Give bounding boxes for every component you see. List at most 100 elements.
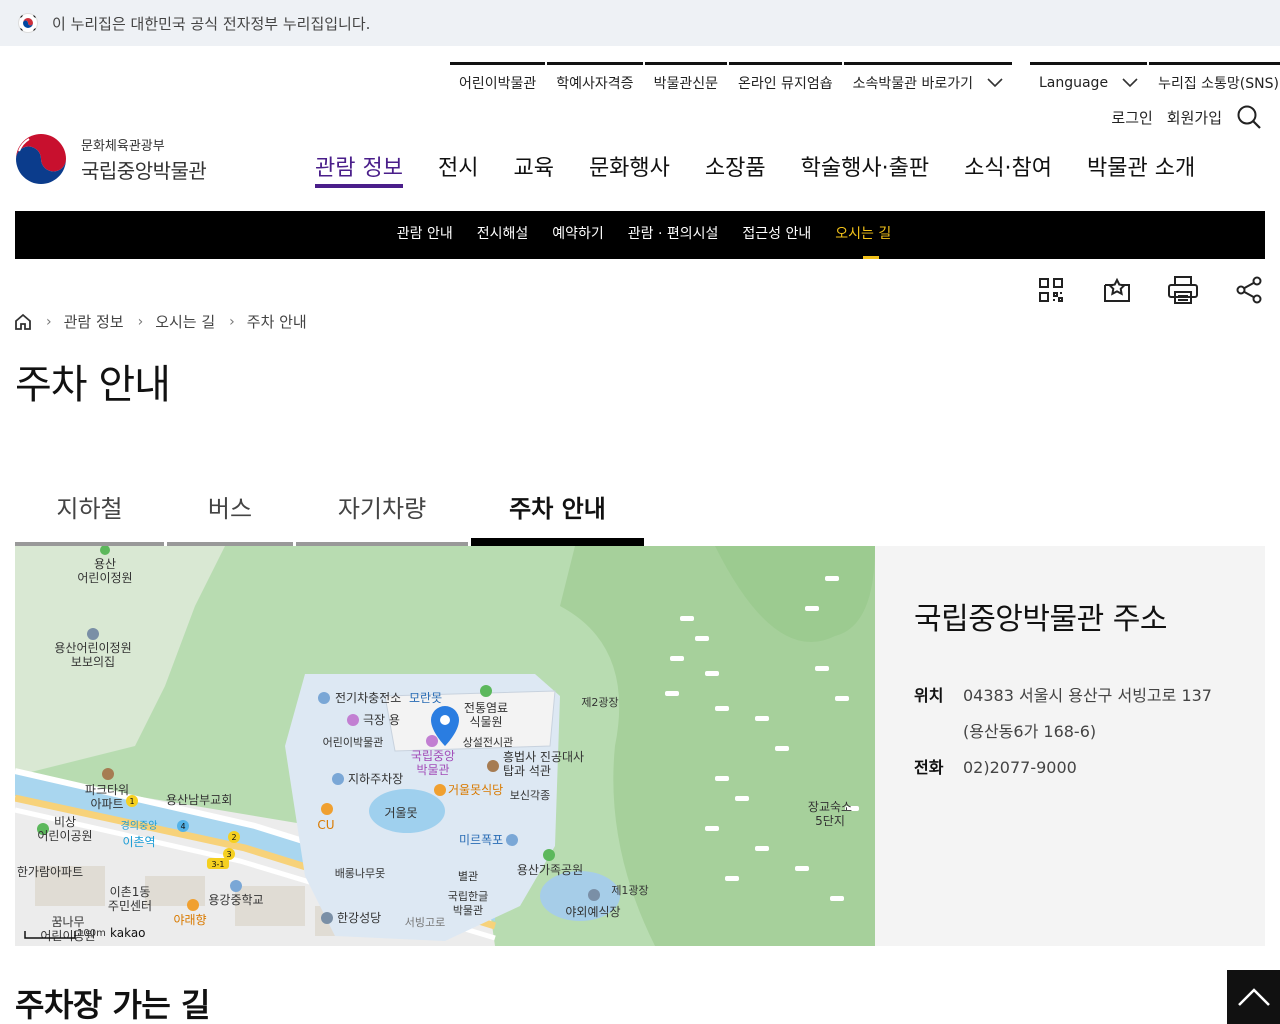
share-icon[interactable] xyxy=(1232,274,1266,306)
utility-link-newsletter[interactable]: 박물관신문 xyxy=(644,62,727,100)
map-label-mireupo: 미르폭포 xyxy=(459,833,503,847)
bookmark-star-icon[interactable] xyxy=(1100,274,1134,306)
svg-text:4: 4 xyxy=(180,822,185,831)
qr-code-icon[interactable] xyxy=(1034,274,1068,306)
page-tools xyxy=(1002,274,1266,306)
main-nav-about[interactable]: 박물관 소개 xyxy=(1087,150,1195,188)
map-label-underground-parking: 지하주차장 xyxy=(348,772,403,786)
sns-link[interactable]: 누리집 소통망(SNS) xyxy=(1149,62,1280,100)
gov-banner-text: 이 누리집은 대한민국 공식 전자정부 누리집입니다. xyxy=(52,14,371,33)
sns-label: 누리집 소통망(SNS) xyxy=(1158,75,1279,92)
sub-nav-reservation[interactable]: 예약하기 xyxy=(540,211,616,259)
map-label-yarae: 야래향 xyxy=(173,913,206,927)
museum-logo[interactable]: 문화체육관광부 국립중앙박물관 xyxy=(15,133,207,185)
utility-link-children-museum[interactable]: 어린이박물관 xyxy=(450,62,546,100)
signup-link[interactable]: 회원가입 xyxy=(1167,107,1222,128)
tab-parking[interactable]: 주차 안내 xyxy=(471,470,644,546)
auth-links: 로그인 회원가입 xyxy=(1111,104,1262,130)
utility-link-online-shop[interactable]: 온라인 뮤지엄숍 xyxy=(728,62,842,100)
main-nav-education[interactable]: 교육 xyxy=(513,150,553,188)
map-label-ichon1: 이촌1동 주민센터 xyxy=(108,885,152,913)
main-nav: 관람 정보 전시 교육 문화행사 소장품 학술행사·출판 소식·참여 박물관 소… xyxy=(315,150,1230,188)
taegeuk-logo-icon xyxy=(16,134,66,184)
utility-link-label: 소속박물관 바로가기 xyxy=(852,75,973,92)
main-nav-collection[interactable]: 소장품 xyxy=(705,150,766,188)
map-label-traditional-dye: 전통염료 식물원 xyxy=(464,701,508,729)
address-phone-value: 02)2077-9000 xyxy=(963,758,1077,777)
chevron-down-icon xyxy=(987,77,1003,87)
utility-nav: 어린이박물관 학예사자격증 박물관신문 온라인 뮤지엄숍 소속박물관 바로가기 … xyxy=(450,62,1280,100)
map-label-seobinggo-road: 서빙고로 xyxy=(405,916,445,929)
utility-link-label: 학예사자격증 xyxy=(556,75,634,92)
map-label-bosingak: 보신각종 xyxy=(510,789,550,802)
print-icon[interactable] xyxy=(1166,274,1200,306)
address-location-row: 위치 04383 서울시 용산구 서빙고로 137 xyxy=(914,678,1265,714)
sub-nav-exhibit-commentary[interactable]: 전시해설 xyxy=(465,211,541,259)
map-label-gyeongui: 경의중앙 xyxy=(121,819,158,832)
kakao-map[interactable]: 1 4 2 3 3-1 용산 어린이정원 용산어린이정원 보보의집 전기차충전소 모란못 극… xyxy=(15,546,875,946)
scroll-top-button[interactable] xyxy=(1227,970,1280,1024)
gov-banner: 이 누리집은 대한민국 공식 전자정부 누리집입니다. xyxy=(0,0,1280,46)
map-label-nmk: 국립중앙 박물관 xyxy=(411,749,455,777)
language-label: Language xyxy=(1038,74,1109,91)
map-label-annex: 별관 xyxy=(458,870,478,883)
main-nav-events[interactable]: 문화행사 xyxy=(589,150,670,188)
address-location-value: 04383 서울시 용산구 서빙고로 137 xyxy=(963,686,1212,705)
tab-bus[interactable]: 버스 xyxy=(167,470,293,546)
chevron-down-icon xyxy=(1122,77,1138,87)
utility-link-label: 온라인 뮤지엄숍 xyxy=(737,75,833,92)
login-link[interactable]: 로그인 xyxy=(1111,107,1152,128)
map-label-geoulmot: 거울못 xyxy=(384,806,417,820)
svg-text:2: 2 xyxy=(231,833,236,842)
sub-nav: 관람 안내 전시해설 예약하기 관람 · 편의시설 접근성 안내 오시는 길 xyxy=(15,211,1265,259)
address-phone-row: 전화 02)2077-9000 xyxy=(914,750,1265,786)
utility-link-label: 박물관신문 xyxy=(653,75,718,92)
svg-text:3-1: 3-1 xyxy=(211,860,224,869)
utility-link-curator-cert[interactable]: 학예사자격증 xyxy=(547,62,643,100)
home-icon[interactable] xyxy=(14,313,32,331)
utility-link-label: 어린이박물관 xyxy=(459,75,537,92)
search-icon[interactable] xyxy=(1236,104,1262,130)
map-label-hangaram: 한가람아파트 xyxy=(17,865,83,879)
main-nav-visit-info[interactable]: 관람 정보 xyxy=(315,150,403,188)
sub-nav-directions[interactable]: 오시는 길 xyxy=(823,211,903,259)
sub-nav-accessibility[interactable]: 접근성 안내 xyxy=(730,211,823,259)
address-panel: 국립중앙박물관 주소 위치 04383 서울시 용산구 서빙고로 137 (용산… xyxy=(875,546,1265,946)
address-phone-label: 전화 xyxy=(914,758,944,777)
chevron-right-icon: › xyxy=(229,313,235,330)
map-scale-label: 100m xyxy=(77,928,106,939)
sub-nav-facilities[interactable]: 관람 · 편의시설 xyxy=(616,211,731,259)
page-title: 주차 안내 xyxy=(15,362,171,408)
map-label-baeronamu: 배롱나무못 xyxy=(335,867,386,880)
tab-car[interactable]: 자기차량 xyxy=(296,470,468,546)
map-label-ichon-station: 이촌역 xyxy=(122,835,155,849)
map-label-stupa: 흥법사 진공대사 탑과 석관 xyxy=(503,750,584,778)
map-label-children-museum: 어린이박물관 xyxy=(323,736,384,749)
map-label-outdoor: 야외예식장 xyxy=(565,905,620,919)
address-title: 국립중앙박물관 주소 xyxy=(914,602,1167,637)
main-nav-exhibition[interactable]: 전시 xyxy=(438,150,478,188)
sub-nav-visit-guide[interactable]: 관람 안내 xyxy=(385,211,465,259)
breadcrumb-item[interactable]: 오시는 길 xyxy=(155,311,215,332)
address-location-label: 위치 xyxy=(914,686,944,705)
language-dropdown[interactable]: Language xyxy=(1029,62,1148,100)
svg-text:3: 3 xyxy=(226,850,231,859)
map-label-family-park: 용산가족공원 xyxy=(517,863,583,877)
address-location-row-2: (용산동6가 168-6) xyxy=(914,714,1265,750)
map-label-cu: CU xyxy=(317,818,334,832)
map-label-park-tower: 파크타워 아파트 xyxy=(85,783,129,811)
map-label-permanent: 상설전시관 xyxy=(463,736,514,749)
main-nav-news[interactable]: 소식·참여 xyxy=(964,150,1052,188)
main-nav-research[interactable]: 학술행사·출판 xyxy=(801,150,929,188)
map-label-moran: 모란못 xyxy=(409,691,442,705)
map-label-yongsan-middle: 용강중학교 xyxy=(208,893,263,907)
breadcrumb-item[interactable]: 관람 정보 xyxy=(64,311,124,332)
chevron-up-icon xyxy=(1237,988,1270,1006)
chevron-right-icon: › xyxy=(137,313,144,330)
affiliated-museums-dropdown[interactable]: 소속박물관 바로가기 xyxy=(843,62,1012,100)
map-label-charging: 전기차충전소 xyxy=(335,691,401,705)
map-label-plaza1: 제1광장 xyxy=(611,884,648,897)
breadcrumb: › 관람 정보 › 오시는 길 › 주차 안내 xyxy=(14,311,307,332)
tab-subway[interactable]: 지하철 xyxy=(15,470,164,546)
korea-flag-icon xyxy=(18,13,38,33)
